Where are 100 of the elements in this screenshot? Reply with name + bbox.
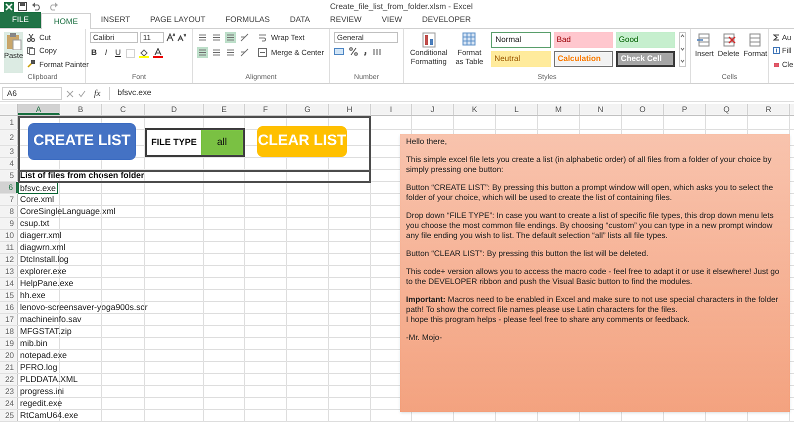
file-type-dropdown[interactable]: FILE TYPE all [145,128,245,157]
row-header[interactable]: 18 [0,326,18,337]
row-header[interactable]: 10 [0,230,18,241]
column-header[interactable]: N [580,104,622,115]
ribbon-tab[interactable]: HOME [40,13,91,29]
column-header[interactable]: G [287,104,329,115]
row-header[interactable]: 21 [0,362,18,373]
font-style-button[interactable]: U [114,47,122,59]
create-list-button[interactable]: CREATE LIST [28,123,136,160]
row-header[interactable]: 22 [0,374,18,385]
align-icon[interactable] [211,47,222,58]
row-header[interactable]: 20 [0,350,18,361]
row-header[interactable]: 7 [0,194,18,205]
checkmark-icon[interactable] [78,90,86,98]
note-paragraph: Hello there, [406,137,448,147]
cell-text: Core.xml [19,194,56,205]
column-header[interactable]: H [329,104,371,115]
column-header[interactable]: C [102,104,145,115]
row-header[interactable]: 19 [0,338,18,349]
ribbon-tab[interactable]: REVIEW [320,12,372,28]
font-style-button[interactable]: I [102,47,110,59]
list-heading: List of files from chosen folder [20,170,144,181]
wrap-text-icon [258,33,267,42]
ribbon-tab[interactable]: DATA [280,12,320,28]
fill-bucket-icon[interactable] [139,48,149,58]
row-header[interactable]: 3 [0,146,18,157]
column-header[interactable]: J [412,104,454,115]
font-color-icon[interactable] [153,48,163,58]
row-header[interactable]: 23 [0,386,18,397]
row-header[interactable]: 12 [0,254,18,265]
ribbon-tab[interactable]: VIEW [372,12,412,28]
cell-text: DtcInstall.log [19,254,70,265]
column-header[interactable]: R [748,104,790,115]
row-header[interactable]: 9 [0,218,18,229]
align-icon[interactable] [225,32,236,43]
text-orientation-icon[interactable] [239,32,250,43]
format-cells-icon [748,32,762,48]
spreadsheet-logo-icon [4,2,14,12]
column-header[interactable]: Q [706,104,748,115]
row-header[interactable]: 1 [0,116,18,129]
font-style-button[interactable]: B [90,47,98,59]
cell-style-swatch[interactable]: Good [616,32,675,48]
column-header[interactable]: O [622,104,664,115]
redo-icon[interactable] [47,2,59,11]
row-header[interactable]: 4 [0,158,18,169]
currency-icon[interactable] [334,47,344,56]
cell-text: machineinfo.sav [19,314,82,325]
column-header[interactable]: E [204,104,245,115]
save-icon[interactable] [18,2,27,11]
ribbon-tab[interactable]: FILE [0,12,41,28]
column-header[interactable]: M [538,104,580,115]
cell-style-swatch[interactable]: Normal [491,32,551,48]
row-header[interactable]: 16 [0,302,18,313]
row-header[interactable]: 25 [0,410,18,421]
align-icon[interactable] [225,47,236,58]
cell-text: RtCamU64.exe [19,410,80,421]
borders-icon[interactable] [126,48,135,58]
column-header[interactable]: L [496,104,538,115]
decimal-icon[interactable] [373,47,383,56]
column-header[interactable]: K [454,104,496,115]
undo-icon[interactable] [31,2,43,11]
column-header[interactable]: F [245,104,287,115]
formula-field[interactable]: bfsvc.exe [108,87,792,100]
indent-icon[interactable] [239,47,250,58]
row-header[interactable]: 2 [0,130,18,145]
row-header[interactable]: 13 [0,266,18,277]
row-header[interactable]: 17 [0,314,18,325]
row-header[interactable]: 5 [0,170,18,181]
row-header[interactable]: 14 [0,278,18,289]
column-header[interactable]: P [664,104,706,115]
file-type-value[interactable]: all [201,130,243,155]
column-header[interactable]: B [60,104,102,115]
cancel-icon[interactable] [66,90,74,98]
row-header[interactable]: 24 [0,398,18,409]
ribbon-tab[interactable]: DEVELOPER [412,12,481,28]
cell-text: diagerr.xml [19,230,63,241]
font-shrink-icon[interactable] [177,33,186,42]
gallery-scroll-icon[interactable] [679,32,686,67]
font-grow-icon[interactable] [166,33,175,42]
align-icon[interactable] [197,32,208,43]
ribbon-tab[interactable]: FORMULAS [215,12,280,28]
cell-style-swatch[interactable]: Neutral [491,51,551,67]
align-icon[interactable] [211,32,222,43]
cell-style-swatch[interactable]: Bad [554,32,613,48]
row-header[interactable]: 11 [0,242,18,253]
insert-cells-icon [697,32,712,48]
column-header[interactable]: A [18,104,60,115]
name-box[interactable]: A6 [2,87,62,100]
row-header[interactable]: 6 [0,182,18,193]
align-icon[interactable] [197,47,208,58]
insert-function-button[interactable]: fx [90,86,104,100]
ribbon-tab[interactable]: INSERT [90,12,140,28]
column-header[interactable]: I [371,104,412,115]
note-paragraph: Button “CREATE LIST”: By pressing this button a prompt window will open, which asks you to select the folder of your choice, which will be used to create the list of containing files. [406,183,774,203]
column-header[interactable]: D [145,104,204,115]
percent-icon[interactable] [349,47,358,56]
table-icon [462,32,476,48]
row-header[interactable]: 8 [0,206,18,217]
row-header[interactable]: 15 [0,290,18,301]
ribbon-tab[interactable]: PAGE LAYOUT [140,12,216,28]
